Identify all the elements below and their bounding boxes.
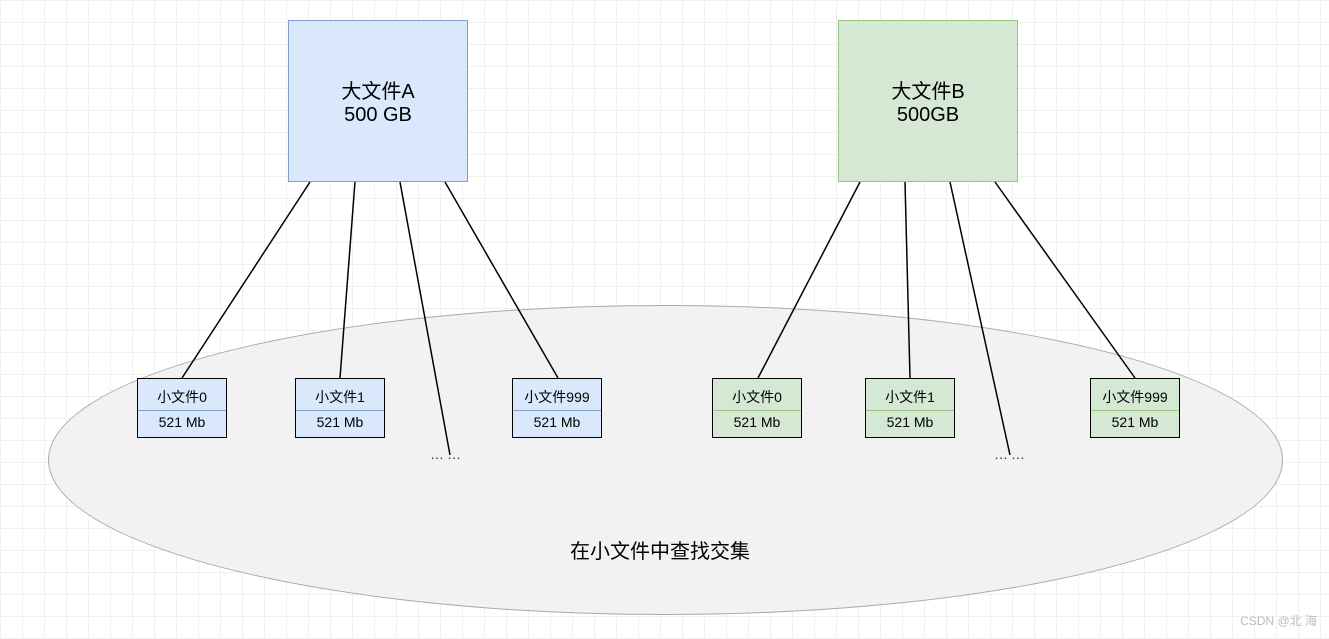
small-file-a-999: 小文件999 521 Mb xyxy=(512,378,602,438)
small-file-a-999-name: 小文件999 xyxy=(513,384,601,411)
diagram-caption: 在小文件中查找交集 xyxy=(490,535,830,564)
small-file-b-999-size: 521 Mb xyxy=(1112,411,1159,433)
small-file-a-0-name: 小文件0 xyxy=(138,384,226,411)
small-file-b-0-size: 521 Mb xyxy=(734,411,781,433)
small-file-a-0-size: 521 Mb xyxy=(159,411,206,433)
small-file-b-0: 小文件0 521 Mb xyxy=(712,378,802,438)
small-file-b-1: 小文件1 521 Mb xyxy=(865,378,955,438)
ellipsis-a: …… xyxy=(430,446,464,462)
small-file-b-1-name: 小文件1 xyxy=(866,384,954,411)
big-file-a: 大文件A 500 GB xyxy=(288,20,468,182)
small-file-a-1-size: 521 Mb xyxy=(317,411,364,433)
small-file-a-999-size: 521 Mb xyxy=(534,411,581,433)
small-file-b-999-name: 小文件999 xyxy=(1091,384,1179,411)
big-file-a-size: 500 GB xyxy=(344,104,412,127)
big-file-b-size: 500GB xyxy=(897,104,959,127)
watermark: CSDN @北 海 xyxy=(1240,612,1317,629)
small-file-a-0: 小文件0 521 Mb xyxy=(137,378,227,438)
big-file-a-title: 大文件A xyxy=(341,75,414,104)
big-file-b: 大文件B 500GB xyxy=(838,20,1018,182)
intersection-ellipse xyxy=(48,305,1283,615)
small-file-a-1: 小文件1 521 Mb xyxy=(295,378,385,438)
big-file-b-title: 大文件B xyxy=(891,75,964,104)
ellipsis-b: …… xyxy=(994,446,1028,462)
small-file-b-999: 小文件999 521 Mb xyxy=(1090,378,1180,438)
small-file-b-1-size: 521 Mb xyxy=(887,411,934,433)
small-file-a-1-name: 小文件1 xyxy=(296,384,384,411)
small-file-b-0-name: 小文件0 xyxy=(713,384,801,411)
